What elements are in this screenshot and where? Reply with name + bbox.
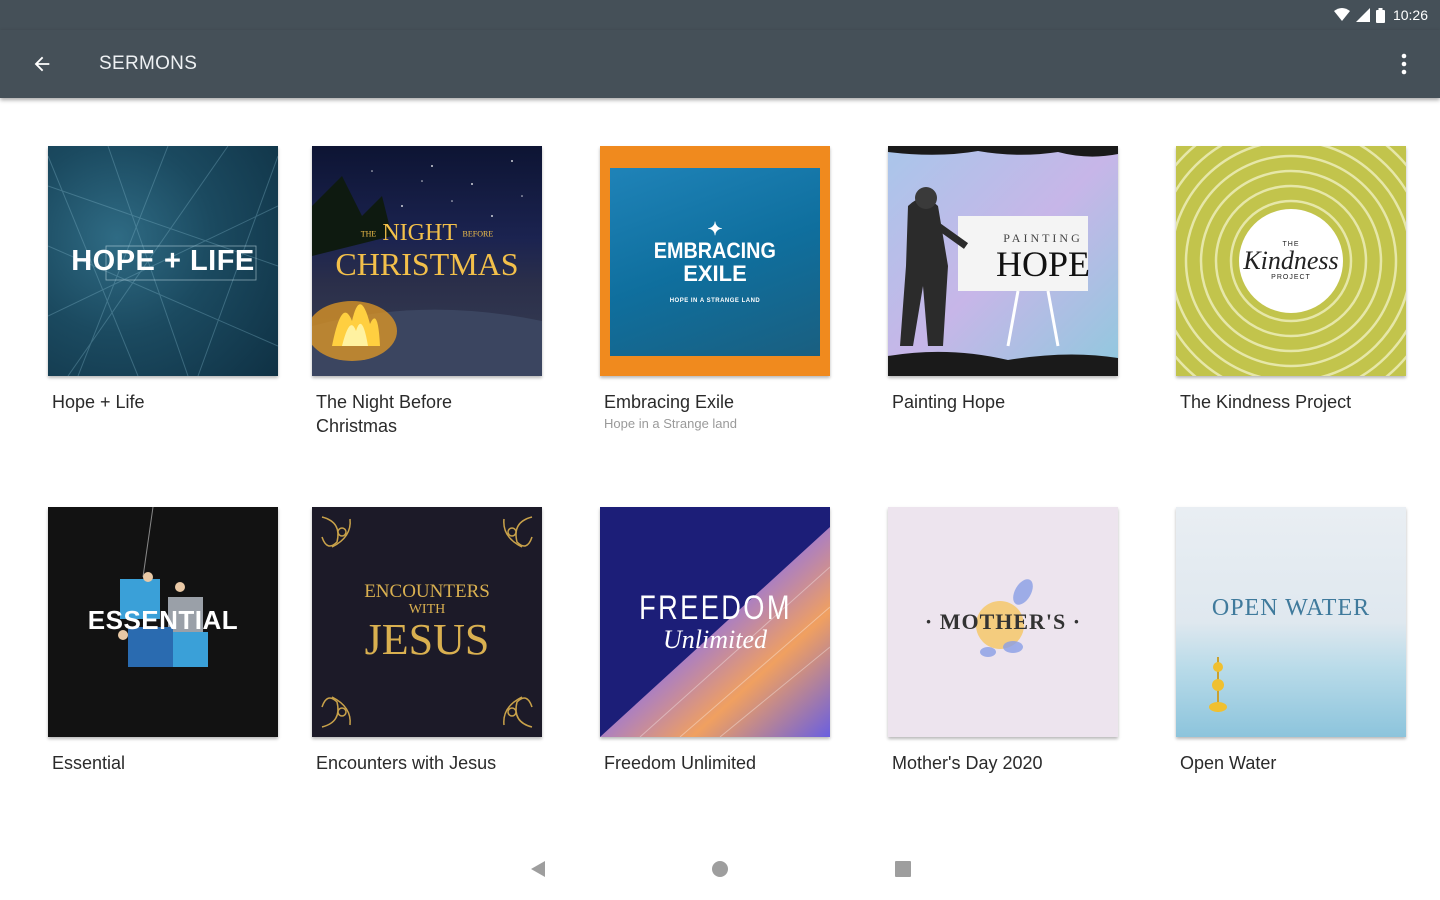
arrow-back-icon <box>34 56 50 72</box>
sermon-artwork: ENCOUNTERS WITH JESUS <box>312 507 542 737</box>
page-title: SERMONS <box>99 53 198 74</box>
artwork-line: THE NIGHT BEFORE <box>335 221 518 246</box>
sermon-title: The Kindness Project <box>1180 392 1352 412</box>
status-icons <box>1333 7 1385 23</box>
sermon-artwork: THE Kindness PROJECT <box>1176 146 1406 376</box>
artwork-line: HOPE IN A STRANGE LAND <box>669 297 761 304</box>
sermon-artwork: HOPE + LIFE <box>48 146 278 376</box>
artwork-title-block: THE NIGHT BEFORE CHRISTMAS <box>335 221 518 280</box>
sermon-card[interactable]: · MOTHER'S · Mother's Day 2020 <box>888 507 1120 775</box>
artwork-title: · MOTHER'S · <box>924 609 1082 634</box>
artwork-title-block: PAINTING HOPE <box>996 231 1090 282</box>
artwork-title: HOPE + LIFE <box>71 244 255 277</box>
sermon-artwork: · MOTHER'S · <box>888 507 1118 737</box>
sermon-card[interactable]: THE NIGHT BEFORE CHRISTMAS The Night Bef… <box>312 146 544 438</box>
artwork-line: FREEDOM <box>638 589 792 627</box>
sermon-card[interactable]: PAINTING HOPE Painting Hope <box>888 146 1120 414</box>
sermon-title: Painting Hope <box>892 392 1006 412</box>
artwork-title-block: FREEDOM Unlimited <box>620 590 811 654</box>
nav-home-button[interactable] <box>703 852 737 886</box>
sermon-card[interactable]: HOPE + LIFE Hope + Life <box>48 146 280 414</box>
artwork-line: THE <box>360 229 377 239</box>
sermon-card[interactable]: OPEN WATER Open Water <box>1176 507 1408 775</box>
artwork-title-block: ✦ EMBRACING EXILE HOPE IN A STRANGE LAND <box>647 219 783 304</box>
sermon-title: The Night Before Christmas <box>316 392 453 436</box>
sermon-artwork: FREEDOM Unlimited <box>600 507 830 737</box>
sermon-grid: HOPE + LIFE Hope + Life THE NIGHT BEFORE… <box>0 98 1440 838</box>
sermon-card[interactable]: THE Kindness PROJECT The Kindness Projec… <box>1176 146 1408 414</box>
sermon-title: Essential <box>52 753 126 773</box>
sermon-card[interactable]: ENCOUNTERS WITH JESUS Encounters with Je… <box>312 507 544 775</box>
artwork-line: NIGHT <box>382 220 457 247</box>
artwork-line: JESUS <box>364 615 490 664</box>
artwork-line: EMBRACING <box>653 237 777 263</box>
sermon-artwork: ✦ EMBRACING EXILE HOPE IN A STRANGE LAND <box>600 146 830 376</box>
sermon-title: Mother's Day 2020 <box>892 753 1043 773</box>
artwork-line: PROJECT <box>1271 274 1311 281</box>
artwork-line: EXILE <box>683 260 747 286</box>
artwork-title: OPEN WATER <box>1211 594 1371 621</box>
sermon-title: Embracing Exile <box>604 392 735 412</box>
sermon-subtitle: Hope in a Strange land <box>604 416 737 431</box>
wifi-icon <box>1333 8 1350 21</box>
sermon-artwork: THE NIGHT BEFORE CHRISTMAS <box>312 146 542 376</box>
back-button[interactable] <box>22 44 62 84</box>
system-nav-bar <box>0 838 1440 900</box>
signal-icon <box>1355 8 1370 22</box>
sermon-card[interactable]: ESSENTIAL Essential <box>48 507 280 775</box>
buoy-graphic <box>1209 657 1227 712</box>
nav-home-icon <box>712 861 728 877</box>
sermon-artwork: PAINTING HOPE <box>888 146 1118 376</box>
app-bar: SERMONS <box>0 30 1440 98</box>
artwork-line: Unlimited <box>663 625 767 654</box>
sermon-title: Open Water <box>1180 753 1277 773</box>
overflow-menu-button[interactable] <box>1384 44 1424 84</box>
nav-recents-button[interactable] <box>886 852 920 886</box>
artwork-title: ESSENTIAL <box>87 604 239 635</box>
artwork-line: ENCOUNTERS <box>364 581 490 602</box>
artwork-title-block: THE Kindness PROJECT <box>1243 241 1338 281</box>
artwork-title-block: ENCOUNTERS WITH JESUS <box>364 582 490 662</box>
status-bar: 10:26 <box>0 0 1440 30</box>
nav-back-button[interactable] <box>521 852 555 886</box>
sermon-card[interactable]: FREEDOM Unlimited Freedom Unlimited <box>600 507 832 775</box>
star-glyph: ✦ <box>707 218 723 239</box>
sermon-card[interactable]: ✦ EMBRACING EXILE HOPE IN A STRANGE LAND… <box>600 146 832 431</box>
sermon-artwork: OPEN WATER <box>1176 507 1406 737</box>
artwork-line: CHRISTMAS <box>335 245 519 282</box>
sermon-title: Encounters with Jesus <box>316 753 497 773</box>
sermon-title: Freedom Unlimited <box>604 753 757 773</box>
artwork-line: BEFORE <box>462 229 494 239</box>
more-vert-icon <box>1401 53 1407 75</box>
status-time: 10:26 <box>1392 7 1428 23</box>
sermon-title: Hope + Life <box>52 392 145 412</box>
nav-recents-icon <box>895 861 911 877</box>
artwork-line: Kindness <box>1243 246 1339 275</box>
battery-icon <box>1375 7 1385 23</box>
nav-back-icon <box>531 861 545 877</box>
sermon-artwork: ESSENTIAL <box>48 507 278 737</box>
artwork-line: HOPE <box>995 243 1090 284</box>
